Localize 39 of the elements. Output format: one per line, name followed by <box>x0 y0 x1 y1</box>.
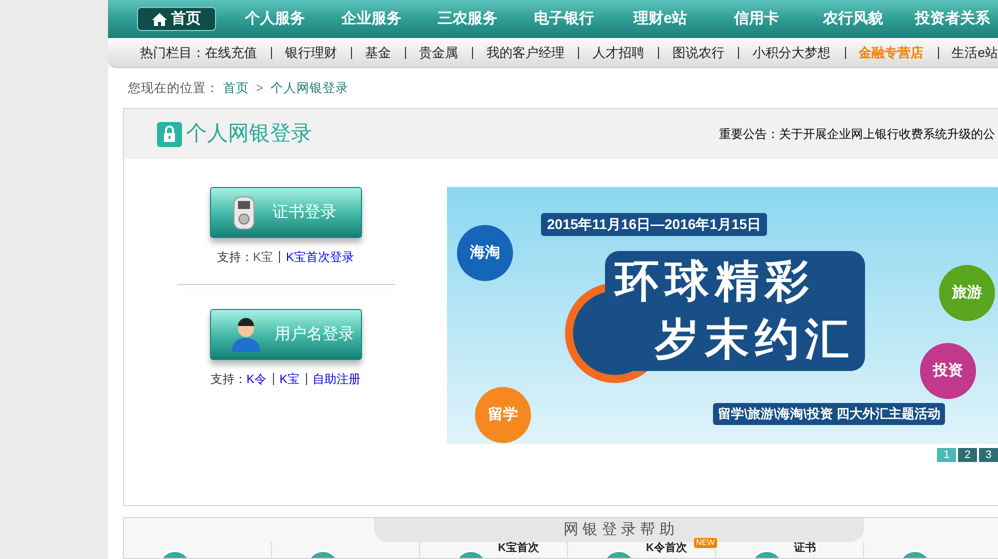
breadcrumb-link[interactable]: 首页 <box>223 78 249 98</box>
breadcrumb-label: 您现在的位置： <box>128 80 219 97</box>
hot-link[interactable]: 贵金属 <box>419 42 458 62</box>
support-link[interactable]: K令 <box>246 370 266 388</box>
help-title: 网 银 登 录 帮 助 <box>564 520 674 540</box>
banner-title: 环球精彩 <box>615 256 816 308</box>
hot-link[interactable]: 生活e站 <box>952 42 998 62</box>
hot-bar-label: 热门栏目： <box>140 44 205 62</box>
help-item-label[interactable]: 证书 <box>794 542 816 555</box>
support-link[interactable]: 自助注册 <box>312 370 361 388</box>
support-label: 支持： <box>210 371 246 388</box>
home-icon <box>152 12 167 26</box>
breadcrumb-separator: > <box>256 80 264 97</box>
pager-button[interactable]: 2 <box>958 448 977 462</box>
usb-key-icon <box>232 196 254 230</box>
breadcrumb-link[interactable]: 个人网银登录 <box>270 78 348 98</box>
hot-link[interactable]: 图说农行 <box>672 42 724 62</box>
lock-icon <box>157 122 182 146</box>
help-item-label[interactable]: K令首次 <box>646 542 687 555</box>
hot-link[interactable]: 小积分大梦想 <box>752 42 831 62</box>
nav-tab[interactable]: 首页 <box>137 7 216 31</box>
hot-link[interactable]: 银行理财 <box>285 42 338 62</box>
banner-date: 2015年11月16日—2016年1月15日 <box>541 213 768 236</box>
hot-link[interactable]: 基金 <box>365 42 392 62</box>
support-link[interactable]: K宝 <box>280 370 300 388</box>
hot-link[interactable]: 我的客户经理 <box>486 42 564 62</box>
new-badge: NEW <box>694 538 717 548</box>
panel-title: 个人网银登录 <box>186 121 312 148</box>
hot-link[interactable]: 人才招聘 <box>592 42 644 62</box>
support-label: 支持： <box>216 249 253 266</box>
user-icon <box>230 318 260 352</box>
notice-text: 重要公告：关于开展企业网上银行收费系统升级的公 <box>719 126 996 143</box>
help-item-label[interactable]: K宝首次 <box>498 542 539 555</box>
hot-link[interactable]: 在线充值 <box>205 42 257 62</box>
support-link[interactable]: K宝首次登录 <box>286 248 354 266</box>
banner-title: 岁末约汇 <box>653 314 855 366</box>
pager-button[interactable]: 3 <box>979 448 998 462</box>
support-text: K宝 <box>252 249 273 266</box>
banner-subtitle: 留学\旅游\海淘\投资 四大外汇主题活动 <box>713 403 946 424</box>
